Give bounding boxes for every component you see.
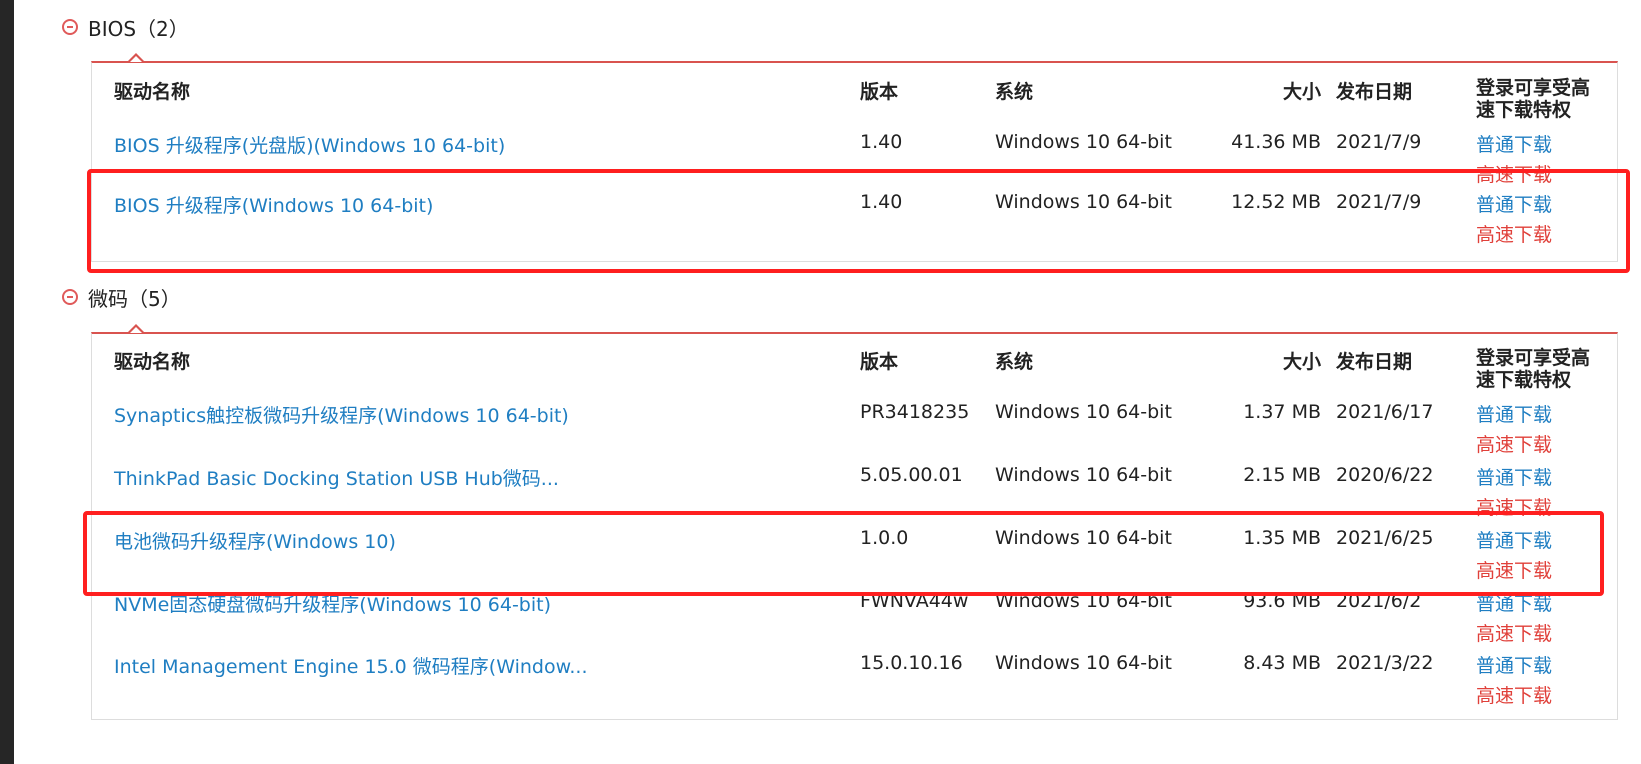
col-header-download: 登录可享受高速下载特权 xyxy=(1476,347,1591,391)
table-row: BIOS 升级程序(光盘版)(Windows 10 64-bit) 1.40 W… xyxy=(92,131,1617,191)
download-links: 普通下载 高速下载 xyxy=(1476,190,1552,250)
col-header-download: 登录可享受高速下载特权 xyxy=(1476,77,1591,121)
col-header-system: 系统 xyxy=(995,81,1034,103)
driver-name-link[interactable]: Intel Management Engine 15.0 微码程序(Window… xyxy=(114,652,588,679)
driver-version: 1.40 xyxy=(860,191,903,213)
driver-name-link[interactable]: Synaptics触控板微码升级程序(Windows 10 64-bit) xyxy=(114,401,569,428)
fast-download-link[interactable]: 高速下载 xyxy=(1476,220,1552,250)
col-header-date: 发布日期 xyxy=(1336,81,1413,103)
driver-version: 15.0.10.16 xyxy=(860,652,963,674)
driver-system: Windows 10 64-bit xyxy=(995,131,1172,153)
driver-date: 2021/7/9 xyxy=(1336,131,1422,153)
driver-date: 2021/7/9 xyxy=(1336,191,1422,213)
fast-download-link[interactable]: 高速下载 xyxy=(1476,493,1552,523)
download-links: 普通下载 高速下载 xyxy=(1476,130,1552,190)
table-header-row: 驱动名称 版本 系统 大小 发布日期 登录可享受高速下载特权 xyxy=(92,347,1617,397)
driver-table-bios: 驱动名称 版本 系统 大小 发布日期 登录可享受高速下载特权 BIOS 升级程序… xyxy=(91,53,1618,262)
driver-version: FWNVA44w xyxy=(860,590,969,612)
driver-version: 5.05.00.01 xyxy=(860,464,963,486)
minus-circle-icon[interactable] xyxy=(62,289,78,305)
normal-download-link[interactable]: 普通下载 xyxy=(1476,190,1552,220)
driver-system: Windows 10 64-bit xyxy=(995,652,1172,674)
driver-size: 93.6 MB xyxy=(1243,590,1321,612)
driver-date: 2020/6/22 xyxy=(1336,464,1434,486)
driver-name-link[interactable]: BIOS 升级程序(光盘版)(Windows 10 64-bit) xyxy=(114,131,505,158)
fast-download-link[interactable]: 高速下载 xyxy=(1476,430,1552,460)
download-links: 普通下载 高速下载 xyxy=(1476,400,1552,460)
col-header-name: 驱动名称 xyxy=(114,81,191,103)
table-row: BIOS 升级程序(Windows 10 64-bit) 1.40 Window… xyxy=(92,191,1617,251)
normal-download-link[interactable]: 普通下载 xyxy=(1476,526,1552,556)
driver-name-link[interactable]: ThinkPad Basic Docking Station USB Hub微码… xyxy=(114,464,559,491)
fast-download-link[interactable]: 高速下载 xyxy=(1476,160,1552,190)
driver-size: 1.37 MB xyxy=(1243,401,1321,423)
normal-download-link[interactable]: 普通下载 xyxy=(1476,589,1552,619)
driver-system: Windows 10 64-bit xyxy=(995,464,1172,486)
fast-download-link[interactable]: 高速下载 xyxy=(1476,556,1552,586)
col-header-system: 系统 xyxy=(995,351,1034,373)
normal-download-link[interactable]: 普通下载 xyxy=(1476,400,1552,430)
driver-size: 1.35 MB xyxy=(1243,527,1321,549)
section-title: 微码（5） xyxy=(88,286,181,311)
driver-name-link[interactable]: NVMe固态硬盘微码升级程序(Windows 10 64-bit) xyxy=(114,590,551,617)
section-title: BIOS（2） xyxy=(88,16,189,41)
download-links: 普通下载 高速下载 xyxy=(1476,526,1552,586)
driver-version: PR3418235 xyxy=(860,401,970,423)
driver-system: Windows 10 64-bit xyxy=(995,590,1172,612)
window-left-edge xyxy=(0,0,14,764)
driver-table-microcode: 驱动名称 版本 系统 大小 发布日期 登录可享受高速下载特权 Synaptics… xyxy=(91,324,1618,720)
normal-download-link[interactable]: 普通下载 xyxy=(1476,463,1552,493)
section-header-bios[interactable]: BIOS（2） xyxy=(62,11,189,43)
driver-system: Windows 10 64-bit xyxy=(995,527,1172,549)
panel-pointer xyxy=(128,324,144,333)
table-row: ThinkPad Basic Docking Station USB Hub微码… xyxy=(92,464,1617,527)
driver-date: 2021/6/2 xyxy=(1336,590,1422,612)
panel-pointer xyxy=(128,53,144,62)
minus-circle-icon[interactable] xyxy=(62,19,78,35)
fast-download-link[interactable]: 高速下载 xyxy=(1476,619,1552,649)
table-row: 电池微码升级程序(Windows 10) 1.0.0 Windows 10 64… xyxy=(92,527,1617,590)
driver-size: 41.36 MB xyxy=(1231,131,1321,153)
download-links: 普通下载 高速下载 xyxy=(1476,651,1552,711)
driver-name-link[interactable]: BIOS 升级程序(Windows 10 64-bit) xyxy=(114,191,433,218)
col-header-version: 版本 xyxy=(860,351,899,373)
col-header-name: 驱动名称 xyxy=(114,351,191,373)
col-header-version: 版本 xyxy=(860,81,899,103)
col-header-size: 大小 xyxy=(1282,351,1321,373)
table-header-row: 驱动名称 版本 系统 大小 发布日期 登录可享受高速下载特权 xyxy=(92,77,1617,127)
table-row: NVMe固态硬盘微码升级程序(Windows 10 64-bit) FWNVA4… xyxy=(92,590,1617,653)
table-row: Intel Management Engine 15.0 微码程序(Window… xyxy=(92,652,1617,715)
download-links: 普通下载 高速下载 xyxy=(1476,589,1552,649)
col-header-size: 大小 xyxy=(1282,81,1321,103)
driver-name-link[interactable]: 电池微码升级程序(Windows 10) xyxy=(114,527,396,554)
driver-version: 1.40 xyxy=(860,131,903,153)
driver-size: 8.43 MB xyxy=(1243,652,1321,674)
fast-download-link[interactable]: 高速下载 xyxy=(1476,681,1552,711)
driver-date: 2021/6/25 xyxy=(1336,527,1434,549)
driver-size: 2.15 MB xyxy=(1243,464,1321,486)
download-links: 普通下载 高速下载 xyxy=(1476,463,1552,523)
normal-download-link[interactable]: 普通下载 xyxy=(1476,130,1552,160)
normal-download-link[interactable]: 普通下载 xyxy=(1476,651,1552,681)
driver-version: 1.0.0 xyxy=(860,527,909,549)
driver-date: 2021/3/22 xyxy=(1336,652,1434,674)
driver-system: Windows 10 64-bit xyxy=(995,401,1172,423)
driver-date: 2021/6/17 xyxy=(1336,401,1434,423)
table-row: Synaptics触控板微码升级程序(Windows 10 64-bit) PR… xyxy=(92,401,1617,464)
driver-size: 12.52 MB xyxy=(1231,191,1321,213)
section-header-microcode[interactable]: 微码（5） xyxy=(62,281,181,313)
col-header-date: 发布日期 xyxy=(1336,351,1413,373)
driver-system: Windows 10 64-bit xyxy=(995,191,1172,213)
